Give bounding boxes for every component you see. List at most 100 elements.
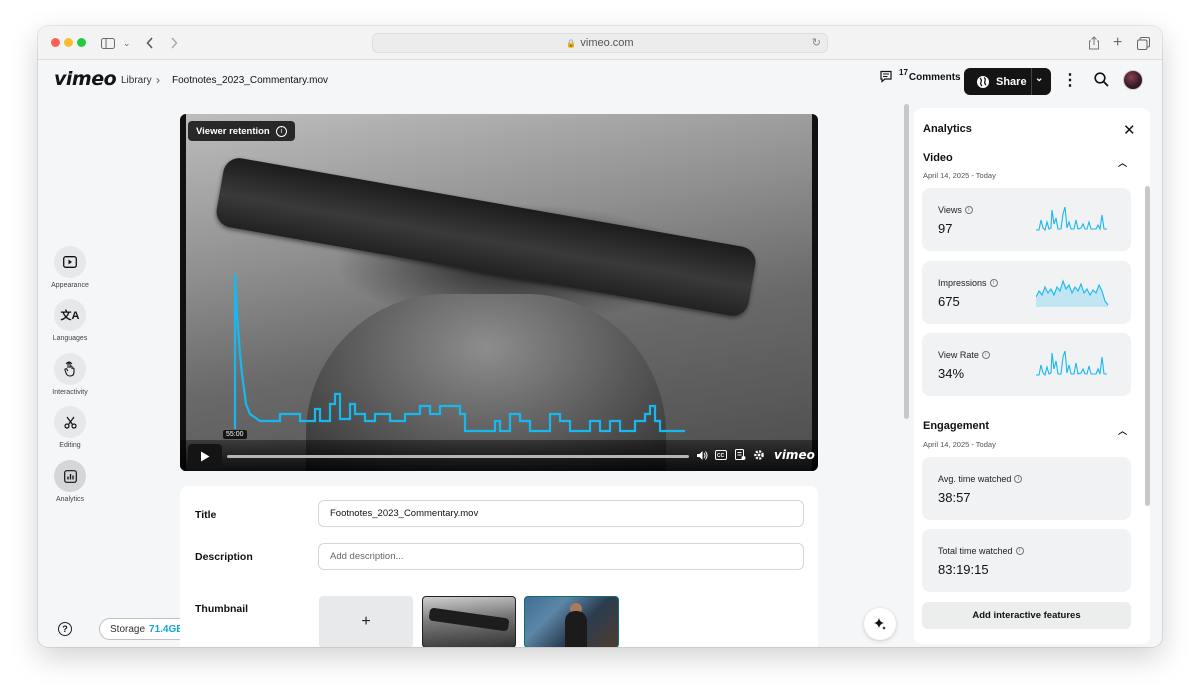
player-control-icons: CC vimeo — [696, 448, 815, 462]
sidebar-item-label: Analytics — [55, 496, 84, 503]
player-controls: 55:00 CC vimeo — [180, 430, 818, 471]
view-rate-value: 34% — [938, 366, 965, 381]
sidebar-item-editing[interactable]: Editing — [52, 406, 88, 449]
view-rate-card[interactable]: View Rate i 34% — [922, 333, 1131, 396]
total-time-watched-card[interactable]: Total time watched i 83:19:15 — [922, 529, 1131, 592]
avg-time-watched-label: Avg. time watched — [938, 474, 1012, 484]
sidebar-item-interactivity[interactable]: Interactivity — [52, 353, 88, 396]
play-button[interactable] — [188, 444, 222, 468]
vimeo-logo[interactable]: vimeo — [54, 68, 117, 90]
views-value: 97 — [938, 221, 953, 236]
analytics-panel: Analytics ✕ Video April 14, 2025 - Today… — [914, 108, 1150, 644]
reload-icon[interactable]: ↻ — [812, 36, 821, 49]
total-time-watched-value: 83:19:15 — [938, 562, 989, 577]
viewer-retention-badge[interactable]: Viewer retention i — [188, 121, 295, 141]
thumbnail-person-body — [565, 611, 587, 647]
views-sparkline — [1036, 206, 1107, 232]
total-time-watched-label: Total time watched — [938, 546, 1013, 556]
avg-time-watched-card[interactable]: Avg. time watched i 38:57 — [922, 457, 1131, 520]
info-icon[interactable]: i — [275, 125, 287, 137]
chevron-down-icon[interactable]: ⌄ — [123, 33, 131, 53]
globe-icon — [977, 75, 989, 88]
transcript-icon[interactable] — [734, 449, 746, 461]
scrub-time-badge: 55:00 — [223, 430, 247, 439]
ai-sparkle-button[interactable] — [864, 608, 896, 640]
tab-overview-icon[interactable] — [1137, 33, 1150, 53]
title-input[interactable]: Footnotes_2023_Commentary.mov — [318, 500, 804, 527]
thumbnail-label: Thumbnail — [195, 603, 249, 615]
vimeo-player-logo[interactable]: vimeo — [774, 448, 815, 462]
breadcrumb-library[interactable]: Library — [121, 75, 152, 86]
forward-button[interactable] — [170, 33, 178, 53]
sidebar-item-languages[interactable]: 文A Languages — [52, 299, 88, 342]
main-scrollbar[interactable] — [904, 104, 909, 419]
info-icon[interactable]: i — [1015, 547, 1024, 555]
collapse-engagement-chevron-icon[interactable]: ︿ — [1118, 424, 1127, 437]
thumbnail-option-1[interactable] — [422, 596, 516, 647]
user-avatar[interactable] — [1123, 70, 1143, 90]
svg-text:CC: CC — [717, 453, 725, 459]
info-icon[interactable]: i — [989, 279, 998, 287]
url-text: vimeo.com — [580, 37, 634, 49]
sidebar-item-analytics[interactable]: Analytics — [52, 460, 88, 503]
views-card[interactable]: Views i 97 — [922, 188, 1131, 251]
share-divider — [1031, 68, 1032, 95]
share-options-chevron-icon[interactable]: ⌄ — [1035, 73, 1043, 84]
new-tab-icon[interactable]: + — [1113, 33, 1122, 53]
impressions-sparkline — [1036, 279, 1109, 307]
browser-toolbar: ⌄ 🔒 vimeo.com ↻ + — [38, 26, 1162, 60]
scissors-icon — [54, 406, 86, 438]
impressions-card[interactable]: Impressions i 675 — [922, 261, 1131, 324]
share-button[interactable]: Share ⌄ — [964, 68, 1051, 95]
minimize-window-button[interactable] — [64, 38, 73, 47]
video-section-date: April 14, 2025 - Today — [923, 171, 996, 180]
comments-button[interactable]: 17 Comments — [880, 67, 961, 84]
analytics-panel-title: Analytics — [923, 123, 972, 135]
view-rate-label: View Rate — [938, 350, 979, 360]
search-icon[interactable] — [1094, 72, 1110, 88]
progress-track[interactable] — [227, 455, 689, 458]
comments-count: 17 — [899, 67, 908, 77]
info-icon[interactable]: i — [1014, 475, 1023, 483]
volume-icon[interactable] — [696, 449, 708, 461]
sparkle-icon — [874, 618, 886, 630]
add-thumbnail-button[interactable]: + — [319, 596, 413, 647]
collapse-video-chevron-icon[interactable]: ︿ — [1118, 156, 1127, 169]
sidebar-item-label: Appearance — [51, 282, 89, 289]
back-button[interactable] — [146, 33, 154, 53]
engagement-section-date: April 14, 2025 - Today — [923, 440, 996, 449]
add-interactive-features-button[interactable]: Add interactive features — [922, 602, 1131, 629]
share-sheet-icon[interactable] — [1088, 33, 1100, 53]
sidebar-toggle-icon[interactable] — [101, 33, 115, 53]
video-player[interactable]: Viewer retention i 55:00 CC vimeo — [180, 114, 818, 471]
sidebar-item-appearance[interactable]: Appearance — [51, 246, 89, 289]
more-options-icon[interactable]: ⋮ — [1062, 70, 1078, 90]
address-bar[interactable]: 🔒 vimeo.com ↻ — [372, 33, 828, 53]
impressions-label: Impressions — [938, 278, 987, 288]
info-icon[interactable]: i — [964, 206, 973, 214]
view-rate-sparkline — [1036, 350, 1107, 377]
app-header: vimeo Library › Footnotes_2023_Commentar… — [38, 60, 1162, 102]
storage-label: Storage — [110, 623, 146, 635]
title-label: Title — [195, 509, 217, 521]
info-icon[interactable]: i — [981, 351, 990, 359]
chart-icon — [54, 460, 86, 492]
close-window-button[interactable] — [51, 38, 60, 47]
viewer-retention-graph — [233, 273, 685, 433]
avg-time-watched-value: 38:57 — [938, 490, 971, 505]
lock-icon: 🔒 — [566, 38, 577, 48]
thumbnail-option-2[interactable] — [524, 596, 619, 647]
share-label: Share — [996, 75, 1027, 88]
settings-gear-icon[interactable] — [753, 449, 765, 461]
translate-icon: 文A — [54, 299, 86, 331]
closed-captions-icon[interactable]: CC — [715, 449, 727, 461]
description-input[interactable]: Add description... — [318, 543, 804, 570]
comment-icon — [880, 70, 896, 84]
breadcrumb-current-file: Footnotes_2023_Commentary.mov — [172, 75, 329, 86]
zoom-window-button[interactable] — [77, 38, 86, 47]
analytics-panel-scrollbar[interactable] — [1145, 186, 1150, 506]
sidebar-item-label: Editing — [59, 442, 81, 449]
help-icon[interactable]: ? — [58, 622, 72, 636]
sidebar-item-label: Languages — [52, 335, 88, 342]
close-icon[interactable]: ✕ — [1123, 121, 1136, 139]
